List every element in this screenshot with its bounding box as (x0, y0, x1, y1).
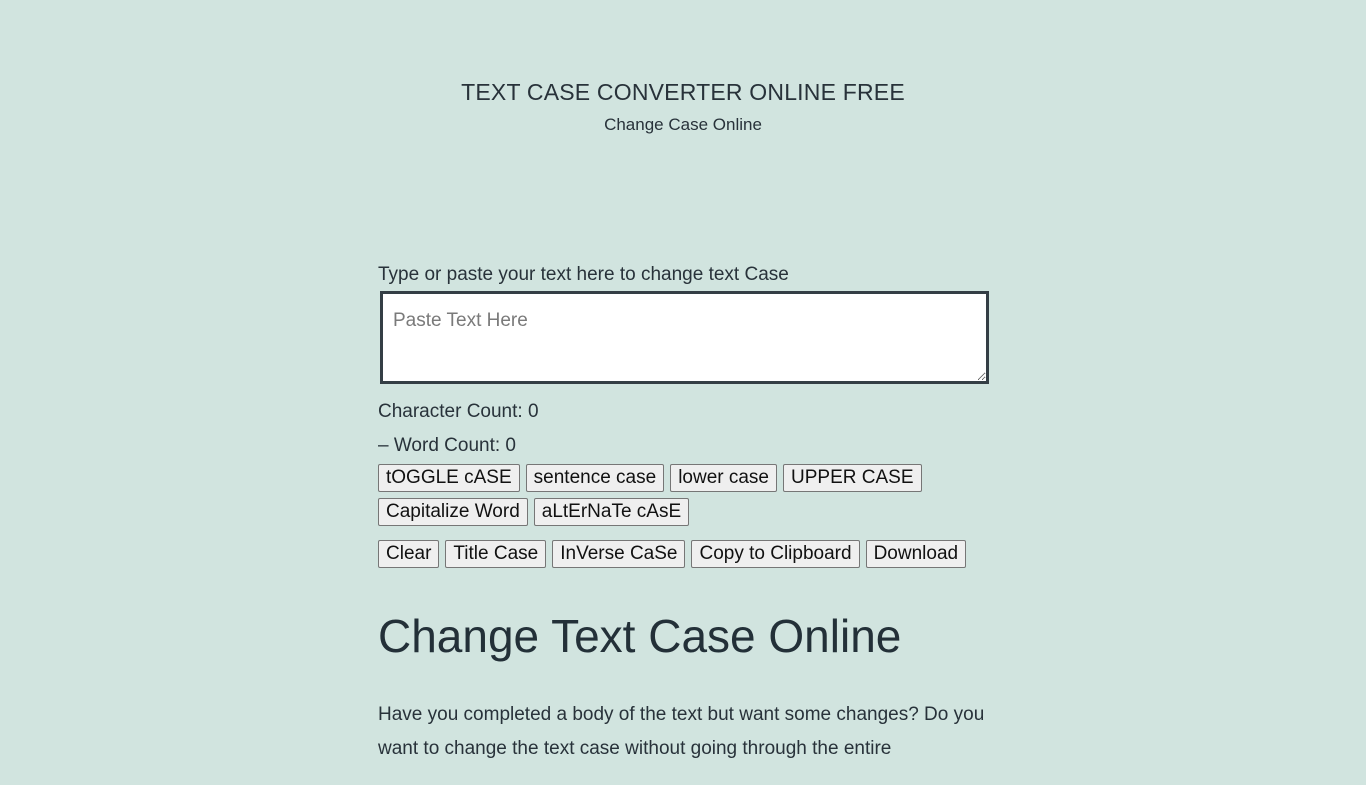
site-header: TEXT CASE CONVERTER ONLINE FREE Change C… (0, 0, 1366, 135)
action-buttons-row: Clear Title Case InVerse CaSe Copy to Cl… (378, 540, 990, 568)
lower-case-button[interactable]: lower case (670, 464, 778, 492)
title-case-button[interactable]: Title Case (445, 540, 547, 568)
section-heading: Change Text Case Online (378, 610, 902, 662)
word-count: – Word Count: 0 (378, 435, 517, 456)
download-button[interactable]: Download (865, 540, 967, 568)
case-buttons-row-1: tOGGLE cASE sentence case lower case UPP… (378, 464, 990, 492)
capitalize-word-button[interactable]: Capitalize Word (378, 498, 528, 526)
intro-paragraph: Have you completed a body of the text bu… (378, 704, 985, 759)
text-input[interactable] (380, 291, 989, 384)
site-title: TEXT CASE CONVERTER ONLINE FREE (461, 79, 905, 105)
converter-section: Type or paste your text here to change t… (378, 262, 990, 785)
editor-label: Type or paste your text here to change t… (378, 264, 789, 285)
case-buttons-row-2: Capitalize Word aLtErNaTe cAsE (378, 498, 990, 526)
upper-case-button[interactable]: UPPER CASE (783, 464, 922, 492)
clear-button[interactable]: Clear (378, 540, 440, 568)
inverse-case-button[interactable]: InVerse CaSe (552, 540, 686, 568)
copy-to-clipboard-button[interactable]: Copy to Clipboard (691, 540, 860, 568)
toggle-case-button[interactable]: tOGGLE cASE (378, 464, 520, 492)
character-count: Character Count: 0 (378, 401, 539, 422)
alternate-case-button[interactable]: aLtErNaTe cAsE (533, 498, 690, 526)
site-tagline: Change Case Online (604, 115, 762, 134)
sentence-case-button[interactable]: sentence case (525, 464, 665, 492)
